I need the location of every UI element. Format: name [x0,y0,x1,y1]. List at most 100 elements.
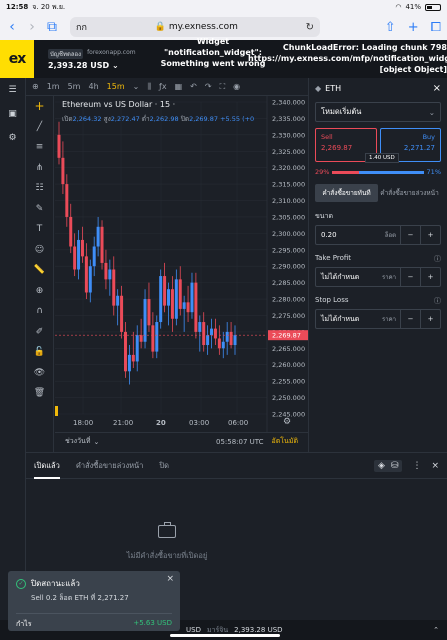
address-bar[interactable]: กก 🔒 my.exness.com ↻ [70,17,320,37]
settings-icon[interactable]: ⚙ [0,126,25,150]
close-icon[interactable]: × [433,83,441,94]
back-icon[interactable]: ‹ [6,19,18,35]
tabs-icon[interactable]: ⧠ [431,20,441,35]
tab-pending-orders[interactable]: คำสั่งซื้อขายล่วงหน้า [76,460,144,472]
brush-icon[interactable]: ✎ [26,199,53,220]
tp-decrease-button[interactable]: − [400,268,420,286]
share-icon[interactable]: ⇧ [385,20,396,35]
volume-label: ขนาด [315,212,334,220]
tab-market-order[interactable]: คำสั่งซื้อขายทันที [315,184,378,202]
tp-unit[interactable]: ราคา [382,272,400,282]
candle-body [57,134,61,158]
forward-icon[interactable]: › [26,19,38,35]
calendar-icon[interactable]: ▣ [0,102,25,126]
camera-icon[interactable]: ◉ [233,82,240,91]
timeframe-4h[interactable]: 4h [88,82,98,91]
undo-icon[interactable]: ↶ [190,82,197,91]
open-value: 2,264.32 [72,115,102,123]
text-icon[interactable]: T [26,219,53,240]
timeframe-1m[interactable]: 1m [47,82,60,91]
candle-body [88,266,92,293]
sl-unit[interactable]: ราคา [382,314,400,324]
volume-decrease-button[interactable]: − [400,226,420,244]
candle-body [108,269,112,280]
volume-increase-button[interactable]: + [420,226,440,244]
ruler-icon[interactable]: 📏 [26,260,53,281]
timeframe-5m[interactable]: 5m [68,82,81,91]
stack-icon[interactable]: ⛁ [391,461,399,471]
candle-body [131,354,135,362]
view-toggle-icon[interactable]: ◈ [378,461,385,471]
trash-icon[interactable]: 🗑 [26,383,53,404]
fib-icon[interactable]: ☷ [26,178,53,199]
mode-select[interactable]: โหมดเริ่มต้น ⌄ [315,102,441,122]
trendline-icon[interactable]: ╱ [26,117,53,138]
parallel-lines-icon[interactable]: ≡ [26,137,53,158]
redo-icon[interactable]: ↷ [205,82,212,91]
reload-icon[interactable]: ↻ [306,22,314,33]
book-icon[interactable]: ⧉ [46,19,58,35]
time-tick: 06:00 [228,419,249,427]
empty-message: ไม่มีคำสั่งซื้อขายที่เปิดอยู่ [126,551,208,560]
eye-icon[interactable]: 👁 [26,363,53,384]
date-range-button[interactable]: ช่วงวันที่ [65,436,90,447]
price-chart[interactable]: 2,340.000 2,335.000 2,330.000 2,325.000 2,32… [55,96,308,432]
add-indicator-icon[interactable]: ⊕ [32,82,39,91]
indicators-icon[interactable]: ƒx [159,82,167,91]
toast-detail: Sell 0.2 ล็อต ETH ที่ 2,271.27 [31,594,129,602]
menu-icon[interactable]: ☰ [0,78,25,102]
price-tick-label: 2,315.000 [272,181,305,189]
chevron-up-icon[interactable]: ⌃ [433,626,439,634]
lock-drawings-icon[interactable]: ✐ [26,322,53,343]
candle-style-icon[interactable]: ⫼ [147,82,151,92]
info-icon[interactable]: ⓘ [434,296,441,306]
stop-loss-field[interactable]: ไม่ได้กำหนด ราคา − + [315,309,441,329]
account-switcher[interactable]: บัญชีทดลอง forexonapp.com 2,393.28 USD ⌄ [48,48,136,70]
zoom-icon[interactable]: ⊕ [26,281,53,302]
price-tick-label: 2,310.000 [272,197,305,205]
crosshair-icon[interactable]: + [26,96,53,117]
candlestick-chart[interactable]: 2,340.000 2,335.000 2,330.000 2,325.000 2,32… [55,96,308,432]
take-profit-field[interactable]: ไม่ได้กำหนด ราคา − + [315,267,441,287]
candle-body [61,157,65,185]
candle-body [151,325,155,352]
magnet-icon[interactable]: ∩ [26,301,53,322]
timeframe-15m[interactable]: 15m [107,82,125,91]
low-value: 2,262.98 [149,115,179,123]
lock-icon[interactable]: 🔓 [26,342,53,363]
more-icon[interactable]: ⋮ [412,461,421,471]
tab-closed[interactable]: ปิด [159,460,169,472]
close-icon[interactable]: × [166,574,174,584]
timeframe-dropdown-icon[interactable]: ⌄ [133,82,140,91]
sl-value[interactable]: ไม่ได้กำหนด [316,314,382,325]
layout-icon[interactable]: ▦ [175,82,183,91]
volume-field[interactable]: 0.20 ล็อต − + [315,225,441,245]
tab-open-positions[interactable]: เปิดแล้ว [34,460,60,479]
pitchfork-icon[interactable]: ⋔ [26,158,53,179]
auto-scale-button[interactable]: อัตโนมัติ [272,436,298,447]
candle-body [84,256,88,293]
tab-pending-order[interactable]: คำสั่งซื้อขายล่วงหน้า [378,184,441,202]
emoji-icon[interactable]: ☺ [26,240,53,261]
reader-button[interactable]: กก [76,20,87,34]
candle-body [190,282,194,313]
price-tick-label: 2,320.000 [272,164,305,172]
tp-value[interactable]: ไม่ได้กำหนด [316,272,382,283]
chart-settings-icon[interactable]: ⚙ [283,417,291,427]
exness-logo[interactable]: ex [0,40,34,78]
tp-increase-button[interactable]: + [420,268,440,286]
candle-body [100,226,104,263]
fullscreen-icon[interactable]: ⛶ [220,82,226,92]
utc-clock[interactable]: 05:58:07 UTC [216,438,264,446]
info-icon[interactable]: ⓘ [434,254,441,264]
sl-increase-button[interactable]: + [420,310,440,328]
candle-body [96,226,100,247]
sl-decrease-button[interactable]: − [400,310,420,328]
candle-body [186,302,190,313]
new-tab-icon[interactable]: + [408,20,419,35]
volume-value[interactable]: 0.20 [316,231,385,239]
candle-body [80,239,84,257]
candle-body [210,328,214,336]
close-icon[interactable]: × [431,461,439,471]
sell-percent: 29% [315,168,330,176]
